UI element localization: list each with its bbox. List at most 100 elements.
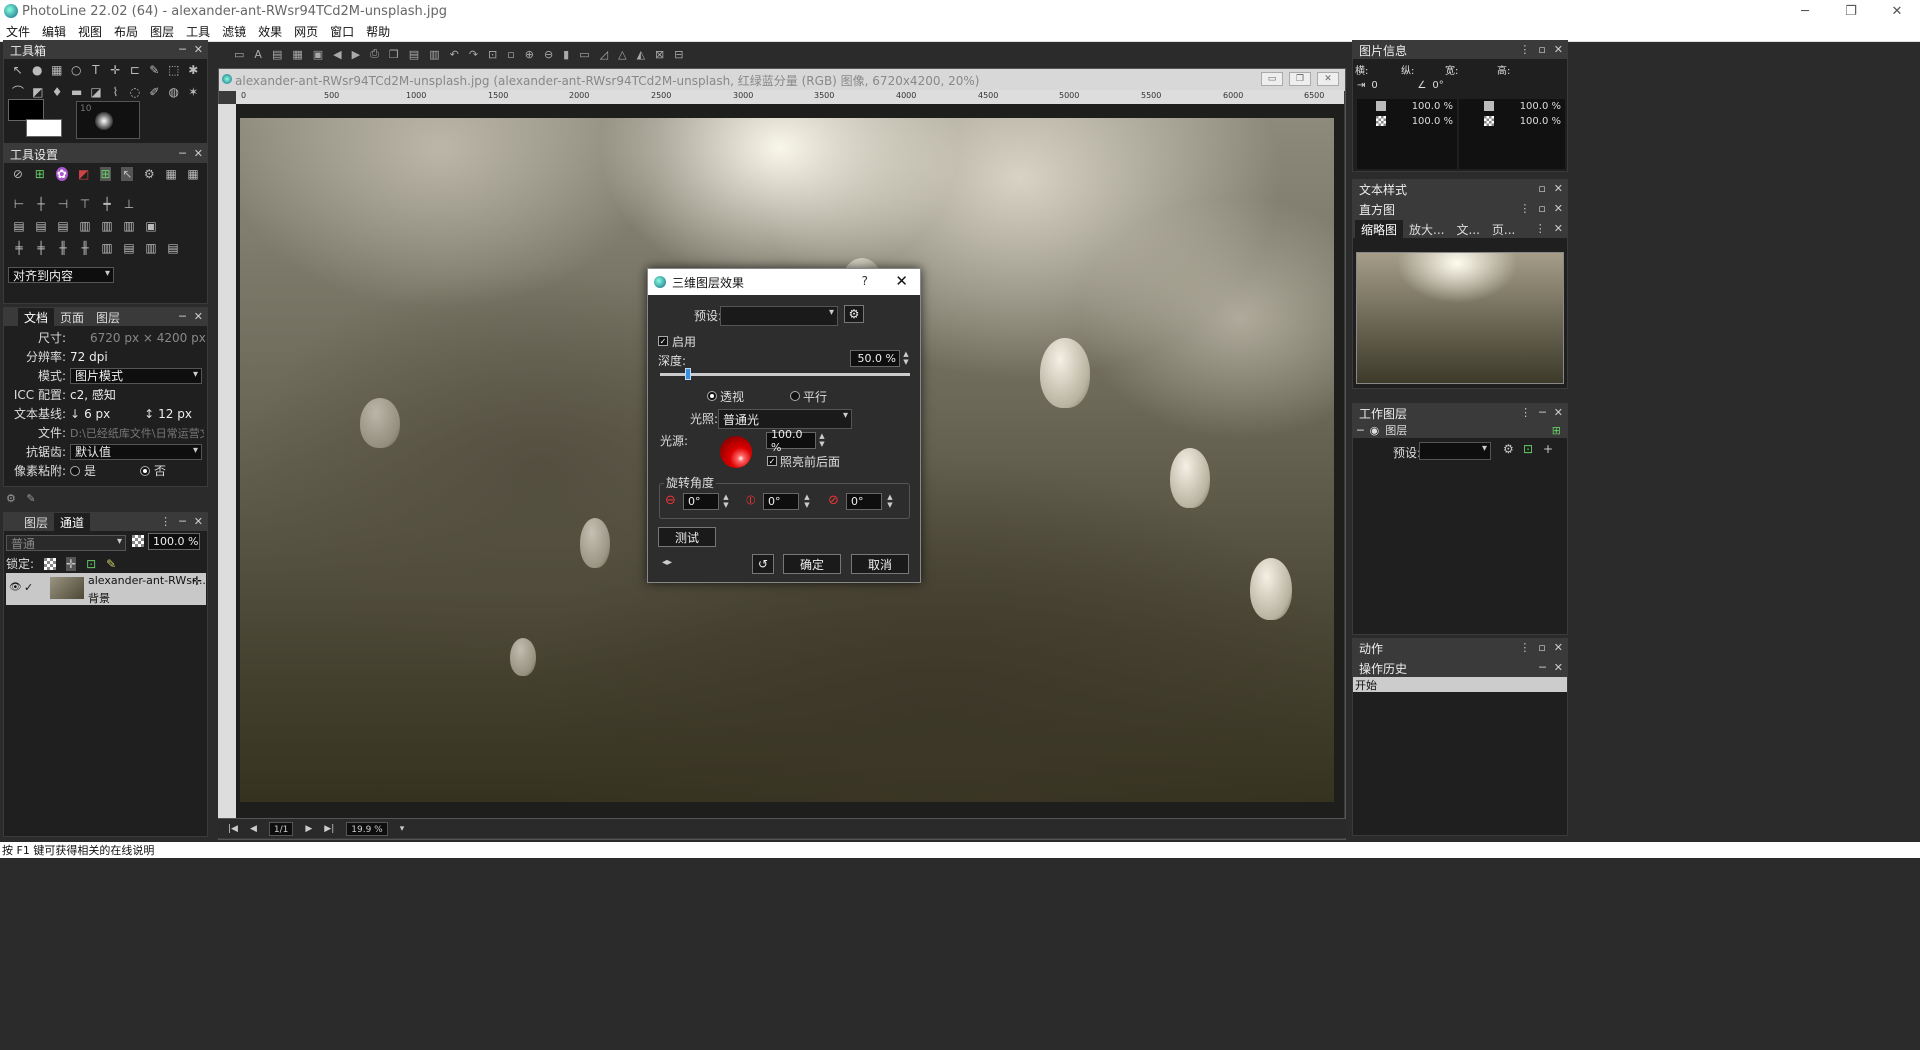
snap-no-radio[interactable] xyxy=(140,465,150,476)
baseline-b-value[interactable]: 12 px xyxy=(158,407,192,421)
visibility-eye-icon[interactable]: 👁 xyxy=(9,582,22,593)
align-middle-icon[interactable]: ┿ xyxy=(100,197,114,211)
space-c-icon[interactable]: ╫ xyxy=(56,241,70,255)
menu-layer[interactable]: 图层 xyxy=(144,23,180,40)
menu-file[interactable]: 文件 xyxy=(0,23,36,40)
snap-yes-radio[interactable] xyxy=(70,465,80,476)
work-gear-icon[interactable]: ⚙ xyxy=(1503,442,1514,456)
settings-icon[interactable]: ⚙ xyxy=(6,492,16,505)
lock-position-icon[interactable]: ✛ xyxy=(66,556,77,571)
space-h-icon[interactable]: ▤ xyxy=(166,241,180,255)
preset-select[interactable] xyxy=(720,306,838,326)
bucket-tool-icon[interactable]: ◪ xyxy=(90,85,101,99)
opacity-input[interactable]: 100.0 % xyxy=(148,533,200,550)
fit-page-icon[interactable]: ▮ xyxy=(563,48,569,61)
next-page-icon[interactable]: ▶ xyxy=(305,824,312,834)
panel-menu-icon[interactable]: ⋮ xyxy=(1520,404,1531,422)
dialog-close-button[interactable]: ✕ xyxy=(895,272,908,290)
prev-page-icon[interactable]: ◀ xyxy=(250,824,257,834)
magic-wand-icon[interactable]: ✱ xyxy=(188,63,200,77)
depth-slider-track[interactable] xyxy=(660,373,910,376)
align-center-icon[interactable]: ┼ xyxy=(34,197,48,211)
last-page-icon[interactable]: ▶| xyxy=(324,824,334,834)
tab-page[interactable]: 页面 xyxy=(54,308,90,327)
rotate-y-spinner-icon[interactable]: ▲ ▼ xyxy=(803,493,811,510)
panel-close-icon[interactable]: ✕ xyxy=(1554,220,1563,238)
dist-c-icon[interactable]: ▤ xyxy=(56,219,70,233)
zoom-100-icon[interactable]: ▫ xyxy=(507,48,514,61)
gradient-tool-icon[interactable]: ▬ xyxy=(71,85,82,99)
select-tool-icon[interactable]: ↖ xyxy=(12,63,24,77)
panel-min-icon[interactable]: ─ xyxy=(179,513,186,531)
grid-b-icon[interactable]: ▦ xyxy=(187,167,199,181)
align-top-icon[interactable]: ⊤ xyxy=(78,197,92,211)
layer-ops-icon[interactable]: ⊞ xyxy=(1552,424,1561,437)
menu-window[interactable]: 窗口 xyxy=(324,23,360,40)
first-page-icon[interactable]: |◀ xyxy=(228,824,238,834)
dist-g-icon[interactable]: ▣ xyxy=(144,219,158,233)
panel-min-icon[interactable]: ─ xyxy=(179,145,186,163)
ellipse-tool-icon[interactable]: ○ xyxy=(71,63,83,77)
dist-f-icon[interactable]: ▥ xyxy=(122,219,136,233)
menu-filter[interactable]: 滤镜 xyxy=(216,23,252,40)
mode-select[interactable]: 图片模式 xyxy=(70,367,202,384)
active-mode-icon[interactable]: ⊞ xyxy=(99,167,112,181)
baseline-a-value[interactable]: 6 px xyxy=(84,407,144,421)
doc-maximize-button[interactable]: ❐ xyxy=(1289,72,1311,86)
grid-icon[interactable]: ▦ xyxy=(292,48,302,61)
chart-icon[interactable]: ◿ xyxy=(600,48,608,61)
zoom-input[interactable]: 19.9 % xyxy=(346,821,388,836)
menu-view[interactable]: 视图 xyxy=(72,23,108,40)
work-preset-select[interactable] xyxy=(1419,442,1491,460)
panel-close-icon[interactable]: ✕ xyxy=(194,145,203,163)
bg-color-swatch[interactable] xyxy=(26,119,62,137)
work-add-icon[interactable]: + xyxy=(1543,442,1553,456)
rotate-y-input[interactable]: 0° xyxy=(763,493,799,510)
panel-min-icon[interactable]: ─ xyxy=(1539,404,1546,422)
dist-e-icon[interactable]: ▥ xyxy=(100,219,114,233)
light-source-input[interactable]: 100.0 % xyxy=(766,428,816,454)
panel-close-icon[interactable]: ✕ xyxy=(194,308,203,326)
layer-row[interactable]: 👁 ✓ alexander-ant-RWsr... 背景 ✛ xyxy=(6,573,206,605)
light-source-sphere[interactable] xyxy=(720,436,752,468)
tab-text[interactable]: 文... xyxy=(1450,220,1485,239)
panel-close-icon[interactable]: ✕ xyxy=(194,41,203,59)
smudge-tool-icon[interactable]: ⌇ xyxy=(110,85,121,99)
new-file-icon[interactable]: ▭ xyxy=(234,48,244,61)
grid-a-icon[interactable]: ▦ xyxy=(165,167,177,181)
panel-menu-icon[interactable]: ⋮ xyxy=(160,513,171,531)
level-icon[interactable]: ◭ xyxy=(637,48,645,61)
pen-tool-icon[interactable]: ✎ xyxy=(149,63,161,77)
dist-a-icon[interactable]: ▤ xyxy=(12,219,26,233)
layer-enabled-check[interactable]: ✓ xyxy=(24,581,33,594)
tab-thumbnail[interactable]: 缩略图 xyxy=(1355,219,1404,239)
sparkle-tool-icon[interactable]: ✶ xyxy=(188,85,199,99)
fg-color-swatch[interactable] xyxy=(8,99,44,121)
stamp-tool-icon[interactable]: ▦ xyxy=(51,63,63,77)
zoom-out-icon[interactable]: ⊖ xyxy=(544,48,553,61)
tab-pages[interactable]: 页... xyxy=(1486,220,1521,239)
rect-select-icon[interactable]: ⬚ xyxy=(168,63,180,77)
blur-tool-icon[interactable]: ◍ xyxy=(168,85,179,99)
menu-layout[interactable]: 布局 xyxy=(108,23,144,40)
depth-spinner-icon[interactable]: ▲ ▼ xyxy=(902,350,910,367)
collapse-icon[interactable]: ─ xyxy=(1357,424,1364,437)
copy-mode-icon[interactable]: ◩ xyxy=(78,167,90,181)
brush-tool-icon[interactable]: ● xyxy=(32,63,44,77)
transform-mode-icon[interactable]: ⊘ xyxy=(12,167,24,181)
close-button[interactable]: ✕ xyxy=(1874,0,1920,22)
panel-close-icon[interactable]: ✕ xyxy=(194,513,203,531)
open-icon[interactable]: ▤ xyxy=(272,48,282,61)
picker-tool-icon[interactable]: ✐ xyxy=(149,85,160,99)
menu-edit[interactable]: 编辑 xyxy=(36,23,72,40)
drop-tool-icon[interactable]: ♦ xyxy=(51,85,63,99)
layer-mode-icon[interactable]: ✿ xyxy=(55,167,68,181)
minimize-button[interactable]: ─ xyxy=(1782,0,1828,22)
lock-transparency-icon[interactable] xyxy=(44,557,57,570)
pointer-mode-icon[interactable]: ↖ xyxy=(121,167,134,181)
back-icon[interactable]: ◀ xyxy=(333,48,341,61)
panel-close-icon[interactable]: ✕ xyxy=(1554,404,1563,422)
mountain-icon[interactable]: △ xyxy=(618,48,626,61)
panel-close-icon[interactable]: ✕ xyxy=(1554,180,1563,198)
panel-min-icon[interactable]: ─ xyxy=(179,41,186,59)
